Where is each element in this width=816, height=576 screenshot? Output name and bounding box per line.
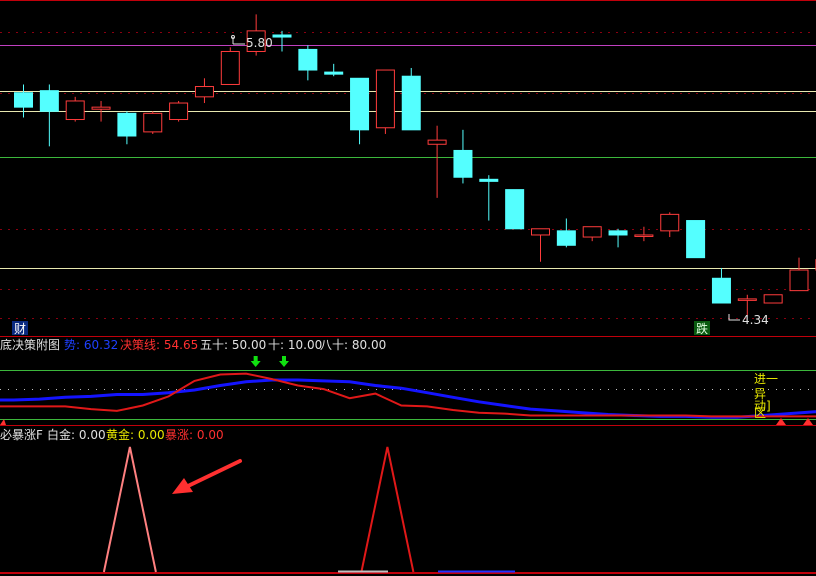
candle — [220, 47, 240, 85]
price-grid — [0, 32, 816, 319]
level10-label: 十: — [268, 338, 284, 352]
candle-body — [324, 71, 344, 75]
candle — [608, 228, 628, 248]
candles — [14, 14, 816, 316]
candle — [194, 78, 214, 104]
shi-label: 势: — [64, 338, 80, 352]
candle-body — [272, 34, 292, 38]
candle-body — [220, 50, 240, 85]
candle-body — [453, 149, 473, 178]
candle — [169, 100, 189, 122]
candle — [117, 111, 137, 145]
stock-chart[interactable]: 5.80 4.34 财 跌 底决策附图 势: 60.32 决策线: 54.65 … — [0, 0, 816, 576]
candle-body — [531, 228, 550, 236]
candle — [634, 226, 654, 242]
indicator1-lines — [0, 372, 816, 419]
right-note-line1: 进一 — [754, 372, 778, 386]
candle-body — [143, 112, 163, 133]
candle-body — [608, 230, 628, 236]
huangjin-value: 0.00 — [138, 428, 165, 442]
candle-body — [91, 106, 111, 110]
candle-body — [169, 102, 189, 121]
candle — [298, 45, 318, 81]
candle-body — [117, 112, 137, 137]
level10-value: 10.00 — [288, 338, 322, 352]
candle-body — [39, 90, 59, 112]
candle-body — [65, 100, 85, 121]
candle — [686, 220, 706, 259]
right-note: 进一 异 动] 区 — [754, 372, 778, 420]
huangjin-label: 黄金: — [106, 427, 134, 442]
candle — [272, 30, 292, 52]
level80-value: 80.00 — [352, 338, 386, 352]
indicator2-name: 必暴涨F — [0, 427, 43, 442]
indicator2-header: 必暴涨F 白金: 0.00 黄金: 0.00 暴涨: 0.00 — [0, 427, 224, 442]
left-marker: 财 — [14, 322, 26, 336]
candle — [556, 218, 576, 248]
buy-arrow — [279, 356, 289, 367]
candle-body — [479, 178, 499, 182]
candle — [65, 96, 85, 122]
low-annotation: 4.34 — [728, 313, 769, 327]
indicator2-peaks — [102, 446, 415, 573]
candle — [401, 67, 421, 131]
level50-value: 50.00 — [232, 338, 266, 352]
right-marker: 跌 — [696, 321, 708, 336]
juece-value: 54.65 — [164, 338, 198, 352]
candle — [660, 212, 680, 238]
candle — [789, 257, 809, 292]
shi-line — [0, 378, 816, 419]
candle — [143, 111, 163, 134]
peak-line — [102, 446, 157, 573]
candle-body — [711, 277, 731, 304]
candle — [479, 175, 499, 221]
indicator1-name: 底决策附图 — [0, 337, 60, 352]
candle-body — [375, 69, 395, 129]
buy-arrows — [250, 356, 289, 367]
candle-body — [350, 77, 370, 131]
candle — [350, 77, 370, 145]
candle — [375, 69, 395, 134]
candle — [453, 129, 473, 184]
shi-value: 60.32 — [84, 338, 118, 352]
candle-body — [763, 294, 783, 304]
candle — [505, 189, 525, 230]
high-price-label: 5.80 — [246, 36, 273, 50]
candle-body — [427, 139, 447, 145]
right-note-line4: 区 — [754, 406, 766, 420]
candle — [427, 125, 447, 198]
baozhang-value: 0.00 — [197, 428, 224, 442]
candle-body — [737, 298, 757, 301]
candle-body — [634, 234, 654, 237]
indicator1-header: 底决策附图 势: 60.32 决策线: 54.65 五十: 50.00 十: 1… — [0, 337, 386, 352]
candle — [39, 84, 59, 147]
candle-body — [582, 226, 602, 238]
candle — [14, 84, 33, 118]
level50-label: 五十: — [200, 338, 228, 352]
low-price-label: 4.34 — [742, 313, 769, 327]
baijin-label: 白金: — [47, 427, 75, 442]
candle-body — [14, 92, 33, 108]
candle-body — [401, 75, 421, 131]
candle-body — [556, 230, 576, 246]
buy-arrow — [250, 356, 261, 367]
candle — [582, 226, 602, 242]
candle-body — [686, 220, 706, 259]
candle-body — [789, 269, 809, 292]
candle — [531, 228, 550, 262]
candle — [763, 294, 783, 304]
candle-body — [505, 189, 525, 230]
annotation-arrow — [172, 459, 242, 494]
level80-label: 八十: — [320, 338, 348, 352]
candle — [711, 267, 731, 304]
baozhang-label: 暴涨: — [165, 427, 193, 442]
juece-label: 决策线: — [120, 338, 160, 352]
candle — [324, 63, 344, 77]
peak-line — [360, 446, 415, 573]
high-annotation: 5.80 — [231, 35, 273, 50]
baijin-value: 0.00 — [79, 428, 106, 442]
candle-body — [194, 86, 214, 98]
candle-body — [660, 213, 680, 232]
candle-body — [298, 48, 318, 71]
